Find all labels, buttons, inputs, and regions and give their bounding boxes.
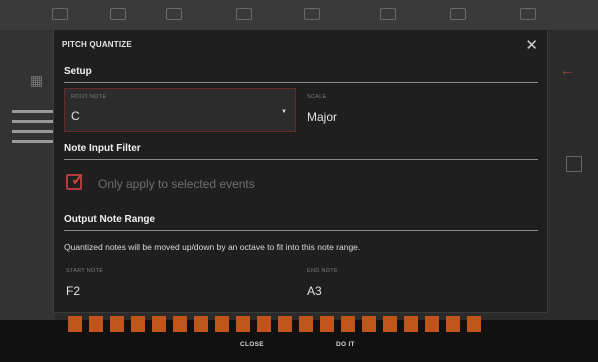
divider — [64, 230, 538, 231]
start-note-value[interactable]: F2 — [66, 284, 80, 298]
note-bar — [446, 316, 460, 332]
close-icon[interactable]: ✕ — [525, 36, 538, 54]
grid-icon: ▦ — [30, 72, 44, 88]
background-toolbar — [0, 0, 598, 30]
toolbar-icon — [380, 8, 396, 20]
end-note-value[interactable]: A3 — [307, 284, 322, 298]
note-bar — [131, 316, 145, 332]
root-note-label: ROOT NOTE — [71, 94, 107, 100]
setup-heading: Setup — [64, 66, 92, 77]
toolbar-icon — [304, 8, 320, 20]
note-bar — [404, 316, 418, 332]
divider — [64, 82, 538, 83]
note-bar — [110, 316, 124, 332]
note-bar — [257, 316, 271, 332]
root-note-select[interactable]: ROOT NOTE C ▼ — [64, 88, 296, 132]
note-bar — [236, 316, 250, 332]
note-bar — [341, 316, 355, 332]
note-bar — [278, 316, 292, 332]
note-bar — [194, 316, 208, 332]
output-note-range-heading: Output Note Range — [64, 214, 156, 225]
checkmark-icon: ✓ — [71, 172, 85, 189]
scale-value[interactable]: Major — [307, 110, 337, 124]
note-bar — [89, 316, 103, 332]
note-bar — [383, 316, 397, 332]
background-box-icon — [566, 156, 582, 172]
range-description: Quantized notes will be moved up/down by… — [64, 242, 361, 252]
divider — [64, 159, 538, 160]
end-note-label: END NOTE — [307, 268, 338, 274]
background-sidebar — [0, 30, 55, 330]
start-note-label: START NOTE — [66, 268, 104, 274]
do-it-button[interactable]: DO IT — [336, 341, 355, 348]
note-bar — [320, 316, 334, 332]
note-bar — [362, 316, 376, 332]
chevron-down-icon: ▼ — [281, 109, 287, 115]
toolbar-icon — [236, 8, 252, 20]
note-input-filter-heading: Note Input Filter — [64, 143, 141, 154]
note-bar — [152, 316, 166, 332]
root-note-value: C — [71, 109, 80, 123]
arrow-left-icon: ← — [560, 62, 574, 78]
piano-key — [12, 130, 55, 133]
toolbar-icon — [450, 8, 466, 20]
dialog-title: PITCH QUANTIZE — [62, 40, 132, 49]
background-note-bars — [68, 316, 481, 332]
selected-events-label[interactable]: Only apply to selected events — [98, 177, 255, 191]
scale-label: SCALE — [307, 94, 327, 100]
note-bar — [467, 316, 481, 332]
note-bar — [425, 316, 439, 332]
note-bar — [299, 316, 313, 332]
piano-key — [12, 120, 55, 123]
piano-key — [12, 110, 55, 113]
close-button[interactable]: CLOSE — [240, 341, 264, 348]
toolbar-icon — [166, 8, 182, 20]
note-bar — [68, 316, 82, 332]
pitch-quantize-dialog: PITCH QUANTIZE ✕ Setup ROOT NOTE C ▼ SCA… — [53, 29, 548, 313]
toolbar-icon — [52, 8, 68, 20]
note-bar — [215, 316, 229, 332]
note-bar — [173, 316, 187, 332]
piano-key — [12, 140, 55, 143]
selected-events-checkbox[interactable]: ✓ — [66, 172, 84, 190]
toolbar-icon — [520, 8, 536, 20]
toolbar-icon — [110, 8, 126, 20]
